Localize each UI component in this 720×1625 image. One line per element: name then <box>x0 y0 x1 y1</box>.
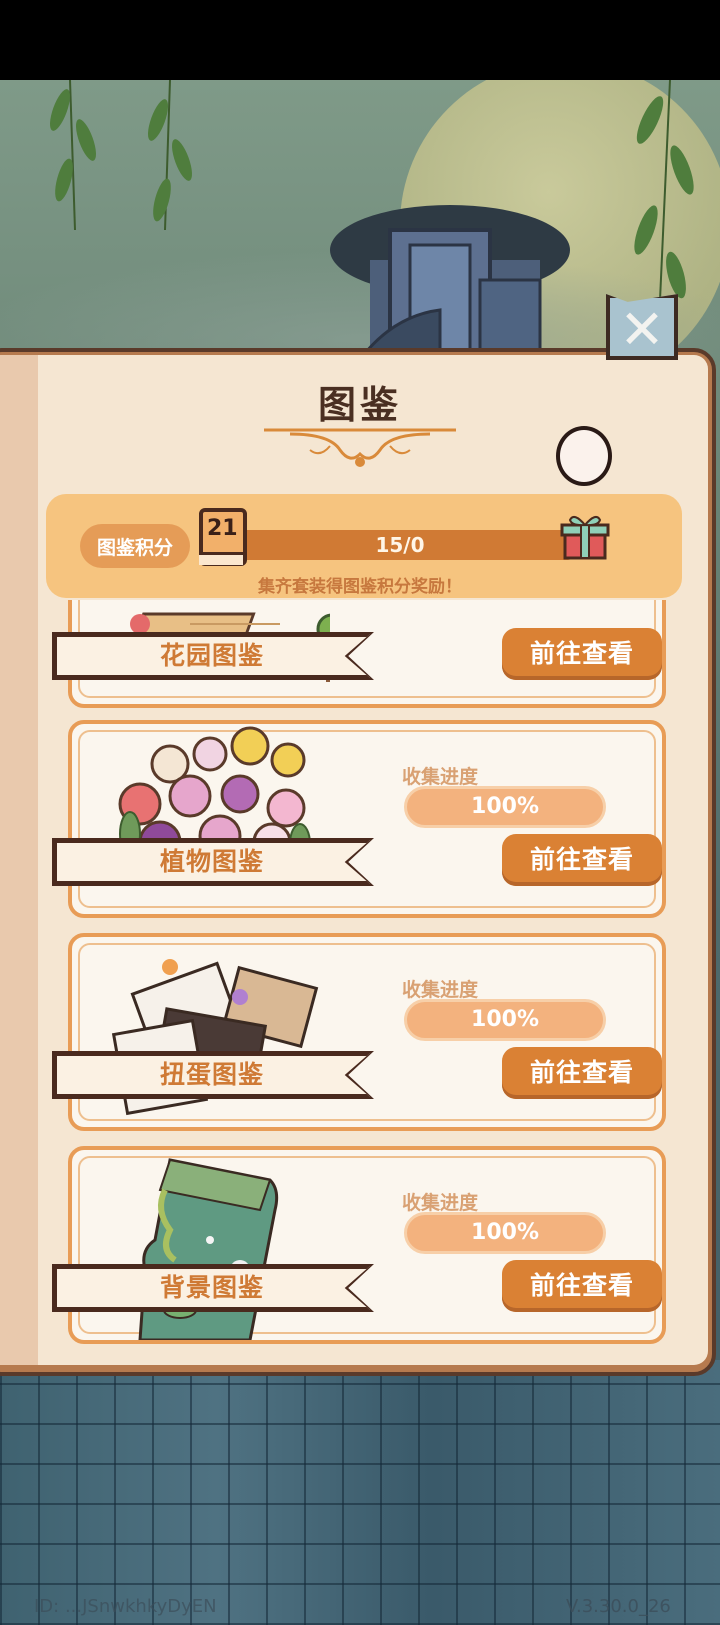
title-ornament <box>264 428 456 467</box>
buildings-background <box>0 1360 720 1625</box>
background-collect-label: 收集进度 <box>402 1192 479 1214</box>
status-bar <box>0 0 720 80</box>
close-button[interactable]: ✕ <box>606 294 678 360</box>
version-label: V.3.30.0_26 <box>566 1596 671 1617</box>
garden-view-button[interactable]: 前往查看 <box>502 628 662 680</box>
card-gacha: 收集进度 100% <box>68 933 666 1131</box>
user-id-label: ID: ...JSnwkhkyDyEN <box>34 1596 217 1617</box>
willow-branch-left <box>50 80 96 230</box>
score-progress-text: 15/0 <box>375 533 425 557</box>
score-level: 21 <box>207 516 238 541</box>
score-label: 图鉴积分 <box>80 524 190 568</box>
plants-collect-label: 收集进度 <box>402 766 479 788</box>
collection-list[interactable]: 花园图鉴 前往查看 收集进度 100% 植物图鉴 前往查看 收集进度 100% … <box>40 600 680 1360</box>
card-background-title: 背景图鉴 <box>54 1266 370 1310</box>
circle-marker[interactable] <box>556 426 612 486</box>
background-view-button[interactable]: 前往查看 <box>502 1260 662 1312</box>
card-garden-title: 花园图鉴 <box>54 634 370 678</box>
plants-view-button[interactable]: 前往查看 <box>502 834 662 886</box>
gacha-collect-label: 收集进度 <box>402 979 479 1001</box>
card-plants: 收集进度 100% <box>68 720 666 918</box>
willow-branch-right <box>634 80 694 300</box>
plants-progress-bar: 100% <box>404 786 606 828</box>
background-progress-bar: 100% <box>404 1212 606 1254</box>
willow-branch-center <box>148 80 192 230</box>
card-gacha-title: 扭蛋图鉴 <box>54 1053 370 1097</box>
gacha-progress-bar: 100% <box>404 999 606 1041</box>
close-icon: ✕ <box>619 298 665 361</box>
book-icon: 21 <box>199 508 247 566</box>
card-background: 收集进度 100% <box>68 1146 666 1344</box>
page-title: 图鉴 <box>317 383 402 427</box>
score-hint: 集齐套装得图鉴积分奖励！ <box>258 577 462 597</box>
card-plants-title: 植物图鉴 <box>54 840 370 884</box>
book-spine <box>0 355 43 1365</box>
gacha-view-button[interactable]: 前往查看 <box>502 1047 662 1099</box>
